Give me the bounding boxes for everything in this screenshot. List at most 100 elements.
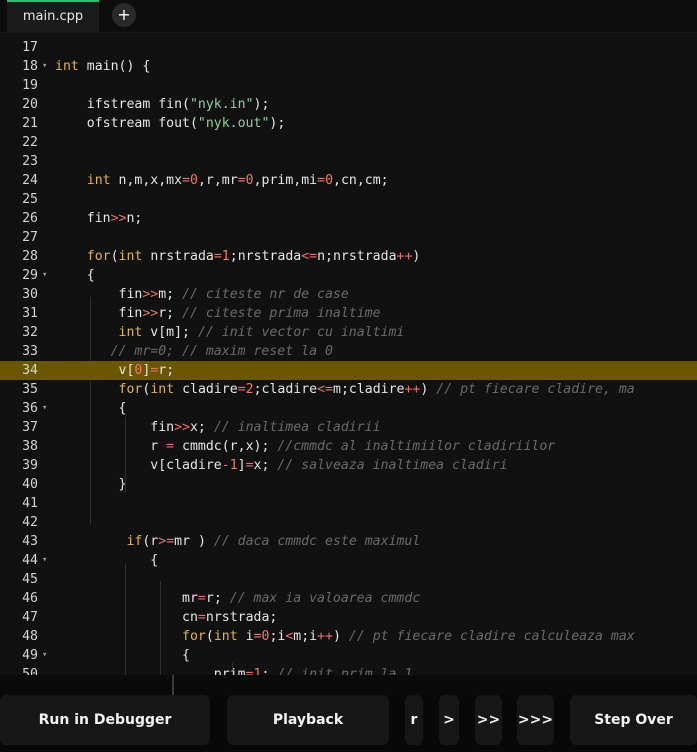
code-line[interactable]: 47 cn=nrstrada;: [0, 608, 697, 627]
code-line[interactable]: 24 int n,m,x,mx=0,r,mr=0,prim,mi=0,cn,cm…: [0, 171, 697, 190]
line-number[interactable]: 42: [0, 513, 38, 532]
line-number[interactable]: 44: [0, 551, 38, 570]
step-forward-button[interactable]: >: [439, 695, 459, 745]
fastest-forward-button[interactable]: >>>: [517, 695, 554, 745]
code-token: for: [118, 382, 143, 397]
line-number[interactable]: 35: [0, 380, 38, 399]
code-text: {: [55, 646, 190, 665]
code-text: {: [55, 551, 158, 570]
code-editor[interactable]: 17 18 ▾ int main() {19 20 ifstream fin("nyk.…: [0, 33, 697, 675]
tab-main-cpp[interactable]: main.cpp: [7, 0, 99, 33]
fold-toggle-icon[interactable]: ▾: [42, 399, 47, 418]
fold-toggle-icon[interactable]: ▾: [42, 551, 47, 570]
code-line[interactable]: 42: [0, 513, 697, 532]
code-token: 1: [221, 249, 230, 264]
code-line[interactable]: 23: [0, 152, 697, 171]
line-number[interactable]: 41: [0, 494, 38, 513]
code-token: mr ): [174, 534, 214, 549]
line-number[interactable]: 32: [0, 323, 38, 342]
code-token: cmmdc(r,x);: [174, 439, 278, 454]
code-line[interactable]: 27: [0, 228, 697, 247]
code-line[interactable]: 35 for(int cladire=2;cladire<=m;cladire+…: [0, 380, 697, 399]
code-token: }: [55, 477, 127, 492]
line-number[interactable]: 33: [0, 342, 38, 361]
code-line[interactable]: 25: [0, 190, 697, 209]
code-line[interactable]: 29 ▾ {: [0, 266, 697, 285]
line-number[interactable]: 28: [0, 247, 38, 266]
line-number[interactable]: 50: [0, 665, 38, 675]
code-line[interactable]: 44 ▾ {: [0, 551, 697, 570]
line-number[interactable]: 40: [0, 475, 38, 494]
line-number[interactable]: 39: [0, 456, 38, 475]
line-number[interactable]: 36: [0, 399, 38, 418]
code-line[interactable]: 20 ifstream fin("nyk.in");: [0, 95, 697, 114]
code-token: m;: [158, 287, 183, 302]
code-token: int: [86, 173, 111, 188]
line-number[interactable]: 47: [0, 608, 38, 627]
line-number[interactable]: 21: [0, 114, 38, 133]
fold-toggle-icon[interactable]: ▾: [42, 646, 47, 665]
code-line[interactable]: 30 fin>>m; // citeste nr de case: [0, 285, 697, 304]
code-line[interactable]: 21 ofstream fout("nyk.out");: [0, 114, 697, 133]
debug-toolbar: Run in Debugger Playback r > >> >>> Step…: [0, 695, 697, 752]
code-line[interactable]: 37 fin>>x; // inaltimea cladirii: [0, 418, 697, 437]
code-line[interactable]: 32 int v[m]; // init vector cu inaltimi: [0, 323, 697, 342]
code-line[interactable]: 41: [0, 494, 697, 513]
code-line[interactable]: 38 r = cmmdc(r,x); //cmmdc al inaltimiil…: [0, 437, 697, 456]
line-number[interactable]: 37: [0, 418, 38, 437]
code-line[interactable]: 48 for(int i=0;i<m;i++) // pt fiecare cl…: [0, 627, 697, 646]
code-line[interactable]: 18 ▾ int main() {: [0, 57, 697, 76]
code-line[interactable]: 50 prim=1; // init prim la 1: [0, 665, 697, 675]
code-line[interactable]: 43 if(r>=mr ) // daca cmmdc este maximul: [0, 532, 697, 551]
line-number[interactable]: 25: [0, 190, 38, 209]
code-line-current[interactable]: 34 v[0]=r;: [0, 361, 697, 380]
playback-button[interactable]: Playback: [227, 695, 389, 745]
code-line[interactable]: 22: [0, 133, 697, 152]
line-number[interactable]: 30: [0, 285, 38, 304]
line-number[interactable]: 49: [0, 646, 38, 665]
line-number[interactable]: 27: [0, 228, 38, 247]
line-number[interactable]: 38: [0, 437, 38, 456]
line-number[interactable]: 29: [0, 266, 38, 285]
line-number[interactable]: 20: [0, 95, 38, 114]
line-number[interactable]: 26: [0, 209, 38, 228]
code-line[interactable]: 36 ▾ {: [0, 399, 697, 418]
code-token: ]: [237, 458, 246, 473]
code-line[interactable]: 46 mr=r; // max ia valoarea cmmdc: [0, 589, 697, 608]
line-number[interactable]: 22: [0, 133, 38, 152]
code-text: for(int i=0;i<m;i++) // pt fiecare cladi…: [55, 627, 635, 646]
code-line[interactable]: 26 fin>>n;: [0, 209, 697, 228]
code-line[interactable]: 39 v[cladire-1]=x; // salveaza inaltimea…: [0, 456, 697, 475]
code-line[interactable]: 31 fin>>r; // citeste prima inaltime: [0, 304, 697, 323]
fold-toggle-icon[interactable]: ▾: [42, 266, 47, 285]
line-number[interactable]: 34: [0, 361, 38, 380]
line-number[interactable]: 45: [0, 570, 38, 589]
reverse-step-button[interactable]: r: [405, 695, 423, 745]
line-number[interactable]: 24: [0, 171, 38, 190]
code-line[interactable]: 45: [0, 570, 697, 589]
fold-toggle-icon[interactable]: ▾: [42, 57, 47, 76]
code-token: <=: [317, 382, 333, 397]
code-token: ,cn,cm;: [333, 173, 389, 188]
code-line[interactable]: 28 for(int nrstrada=1;nrstrada<=n;nrstra…: [0, 247, 697, 266]
line-number[interactable]: 19: [0, 76, 38, 95]
line-number[interactable]: 17: [0, 38, 38, 57]
code-line[interactable]: 19: [0, 76, 697, 95]
add-tab-button[interactable]: +: [112, 3, 136, 27]
line-number[interactable]: 31: [0, 304, 38, 323]
run-in-debugger-button[interactable]: Run in Debugger: [0, 695, 210, 745]
code-line[interactable]: 17: [0, 38, 697, 57]
line-number[interactable]: 18: [0, 57, 38, 76]
step-over-button[interactable]: Step Over: [570, 695, 697, 745]
fast-forward-button[interactable]: >>: [475, 695, 502, 745]
line-number[interactable]: 23: [0, 152, 38, 171]
line-number[interactable]: 46: [0, 589, 38, 608]
code-line[interactable]: 40 }: [0, 475, 697, 494]
line-number[interactable]: 48: [0, 627, 38, 646]
code-token: // pt fiecare cladire, ma: [436, 382, 635, 397]
code-line[interactable]: 49 ▾ {: [0, 646, 697, 665]
code-line[interactable]: 33 // mr=0; // maxim reset la 0: [0, 342, 697, 361]
splitter-handle[interactable]: [172, 675, 174, 695]
line-number[interactable]: 43: [0, 532, 38, 551]
